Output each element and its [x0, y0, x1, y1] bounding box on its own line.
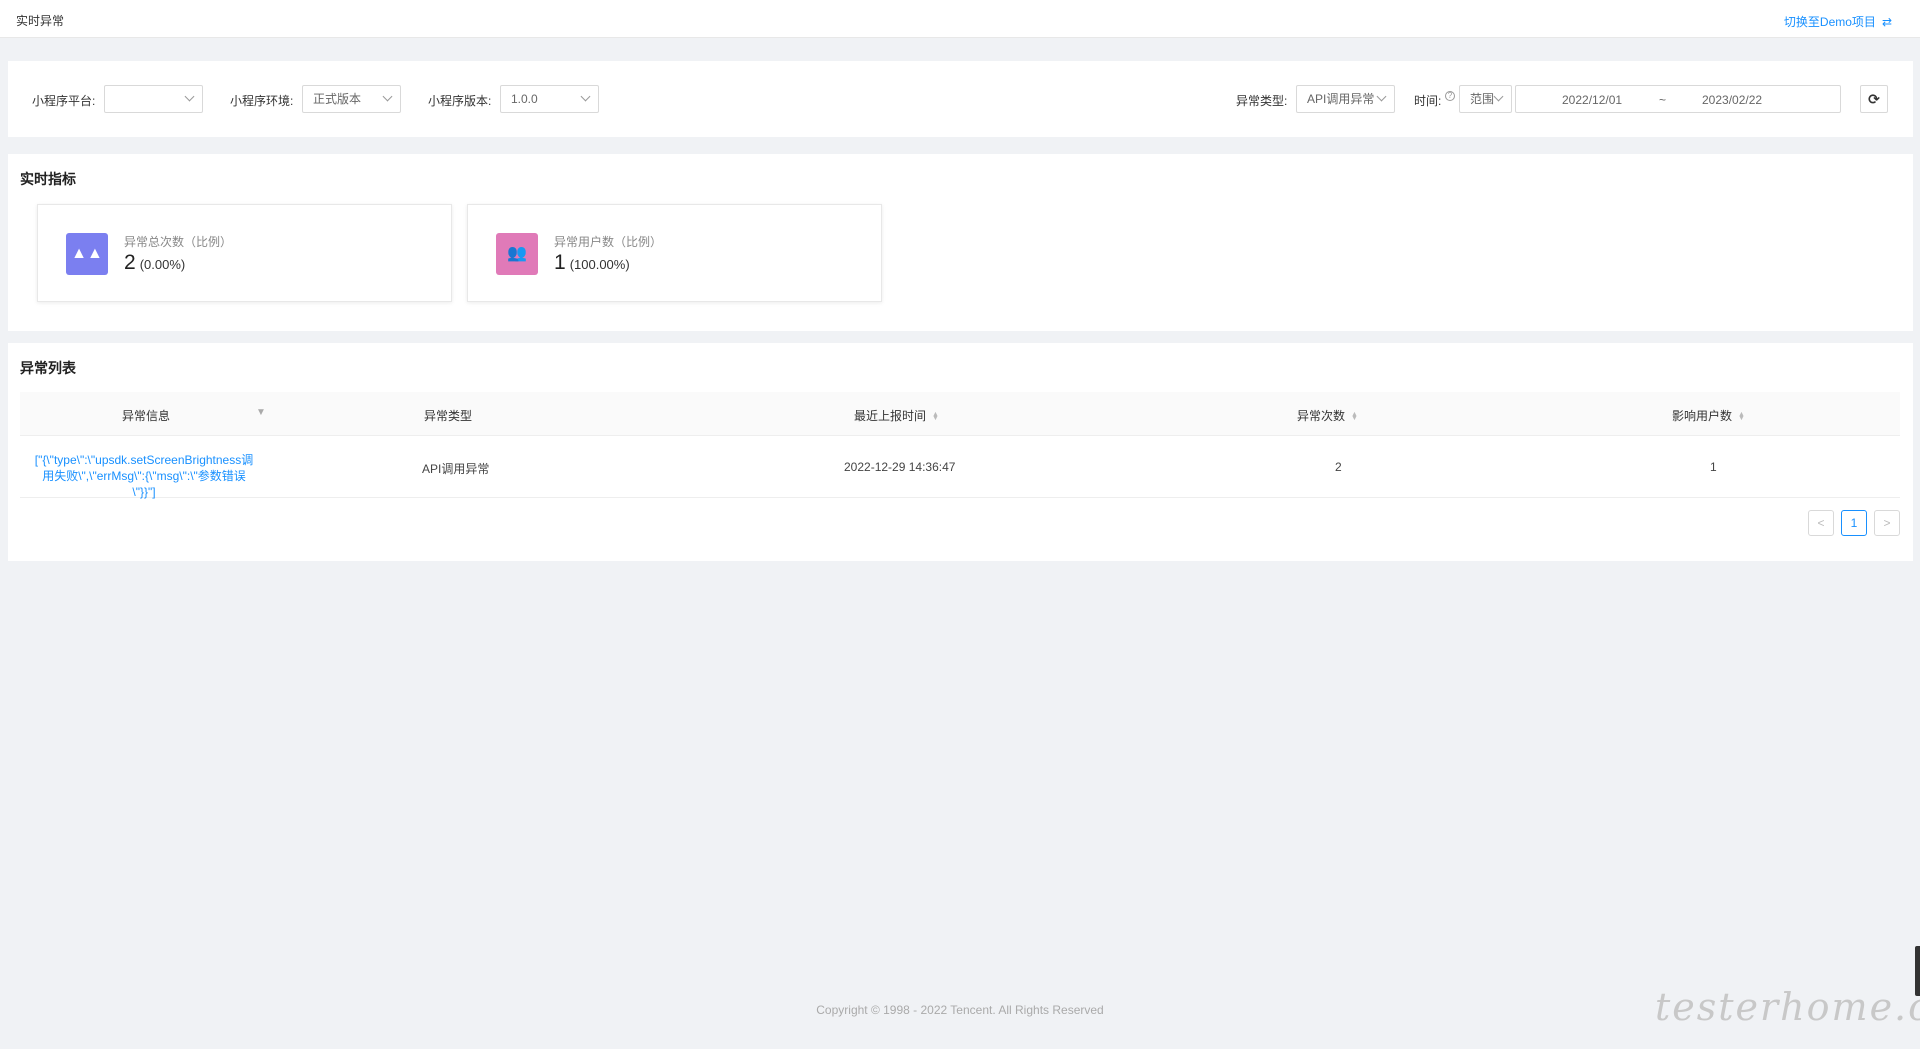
metrics-section: 实时指标 ▲▲ 异常总次数（比例） 2 (0.00%) 👥 异常用户数（比例） 1…	[8, 154, 1913, 331]
env-select[interactable]: 正式版本	[302, 85, 401, 113]
exception-count-cell: 2	[1335, 460, 1342, 474]
exception-list-section: 异常列表 异常信息 ▼ 异常类型 最近上报时间 ▲ ▼ 异常次数 ▲ ▼ 影响用户数 ▲ ▼…	[8, 343, 1913, 561]
env-value: 正式版本	[313, 92, 362, 106]
switch-demo-label: 切换至Demo项目	[1783, 15, 1876, 29]
metric-percent: (100.00%)	[569, 257, 630, 272]
column-header-users-label: 影响用户数	[1672, 409, 1733, 423]
exception-message-link[interactable]: ["{\"type\":\"upsdk.setScreenBrightness调…	[34, 452, 254, 500]
top-bar: 实时异常 切换至Demo项目 ⇄	[0, 0, 1920, 38]
metric-value: 1 (100.00%)	[554, 251, 630, 275]
users-icon: 👥	[496, 233, 538, 275]
range-select[interactable]: 范围	[1459, 85, 1512, 113]
swap-icon: ⇄	[1881, 15, 1892, 29]
pagination-prev[interactable]: <	[1808, 510, 1834, 536]
filter-icon[interactable]: ▼	[256, 407, 266, 418]
exception-type-cell: API调用异常	[422, 462, 490, 476]
metric-percent: (0.00%)	[139, 257, 186, 272]
column-header-time-label: 最近上报时间	[854, 409, 927, 423]
column-header-msg: 异常信息	[122, 409, 171, 423]
report-time-cell: 2022-12-29 14:36:47	[844, 460, 956, 474]
list-title: 异常列表	[20, 360, 76, 376]
refresh-button[interactable]: ⟳	[1860, 85, 1888, 113]
watermark-logo: testerhome.com	[1655, 985, 1920, 1029]
table-header: 异常信息 ▼ 异常类型 最近上报时间 ▲ ▼ 异常次数 ▲ ▼ 影响用户数 ▲ ▼	[20, 392, 1900, 436]
chevron-down-icon	[1376, 91, 1387, 102]
date-end: 2023/02/22	[1702, 93, 1763, 107]
version-value: 1.0.0	[511, 92, 538, 106]
date-range-picker[interactable]: 2022/12/01 ~ 2023/02/22	[1515, 85, 1841, 113]
platform-label: 小程序平台:	[32, 94, 96, 108]
copyright: Copyright © 1998 - 2022 Tencent. All Rig…	[816, 1003, 1104, 1017]
switch-demo-link[interactable]: 切换至Demo项目 ⇄	[1784, 13, 1892, 30]
column-header-time[interactable]: 最近上报时间 ▲ ▼	[854, 407, 939, 424]
env-label: 小程序环境:	[230, 94, 294, 108]
sort-icon: ▲ ▼	[1351, 410, 1358, 422]
chevron-down-icon	[382, 91, 393, 102]
time-label: 时间:	[1414, 94, 1442, 108]
scrollbar-handle[interactable]	[1915, 946, 1920, 996]
range-value: 范围	[1470, 92, 1495, 106]
chevron-down-icon	[1493, 91, 1504, 102]
chevron-down-icon	[580, 91, 591, 102]
version-label: 小程序版本:	[428, 94, 492, 108]
column-header-count[interactable]: 异常次数 ▲ ▼	[1297, 407, 1358, 424]
metric-value: 2 (0.00%)	[124, 251, 185, 275]
affected-users-cell: 1	[1710, 460, 1717, 474]
sort-icon: ▲ ▼	[932, 410, 939, 422]
column-header-users[interactable]: 影响用户数 ▲ ▼	[1672, 407, 1745, 424]
table-row: ["{\"type\":\"upsdk.setScreenBrightness调…	[20, 436, 1900, 500]
mountain-icon: ▲▲	[66, 233, 108, 275]
type-value: API调用异常	[1307, 92, 1375, 106]
date-start: 2022/12/01	[1562, 93, 1623, 107]
platform-select[interactable]	[104, 85, 203, 113]
metrics-title: 实时指标	[20, 171, 76, 187]
pagination-next[interactable]: >	[1874, 510, 1900, 536]
version-select[interactable]: 1.0.0	[500, 85, 599, 113]
page-title: 实时异常	[16, 14, 65, 28]
metric-card-total: ▲▲ 异常总次数（比例） 2 (0.00%)	[37, 204, 452, 302]
metric-label: 异常总次数（比例）	[124, 235, 233, 249]
filter-bar: 小程序平台: 小程序环境: 正式版本 小程序版本: 1.0.0 异常类型: AP…	[8, 61, 1913, 137]
help-icon[interactable]: ?	[1445, 91, 1455, 101]
refresh-icon: ⟳	[1868, 91, 1880, 107]
metric-label: 异常用户数（比例）	[554, 235, 663, 249]
date-separator: ~	[1659, 93, 1667, 107]
column-header-count-label: 异常次数	[1297, 409, 1346, 423]
column-header-type: 异常类型	[424, 409, 473, 423]
sort-icon: ▲ ▼	[1738, 410, 1745, 422]
metric-number: 2	[124, 251, 136, 274]
pagination-page-1[interactable]: 1	[1841, 510, 1867, 536]
metric-number: 1	[554, 251, 566, 274]
type-label: 异常类型:	[1236, 94, 1288, 108]
metric-card-users: 👥 异常用户数（比例） 1 (100.00%)	[467, 204, 882, 302]
type-select[interactable]: API调用异常	[1296, 85, 1395, 113]
chevron-down-icon	[184, 91, 195, 102]
